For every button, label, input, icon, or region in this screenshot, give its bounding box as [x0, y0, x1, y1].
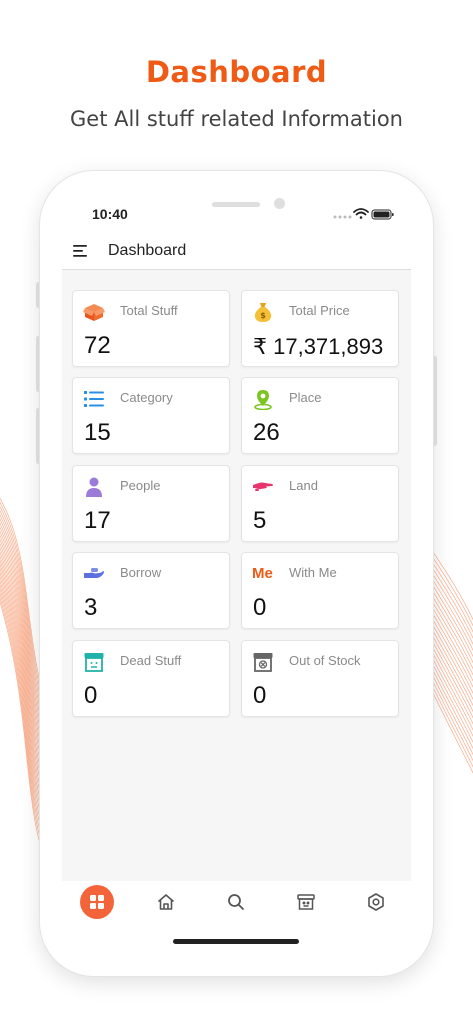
status-time: 10:40 [92, 206, 128, 222]
card-place[interactable]: Place 26 [241, 377, 399, 454]
home-icon [157, 894, 175, 910]
grid-icon [90, 895, 104, 909]
nav-dashboard[interactable] [80, 885, 114, 919]
card-value: 17 [84, 507, 111, 534]
card-land[interactable]: Land 5 [241, 465, 399, 542]
card-value: 3 [84, 594, 98, 621]
bottom-nav [62, 881, 411, 925]
card-category[interactable]: Category 15 [72, 377, 230, 454]
list-icon [83, 388, 105, 410]
search-icon [228, 894, 244, 910]
archive-box-icon [83, 651, 105, 673]
card-out-of-stock[interactable]: Out of Stock 0 [241, 640, 399, 717]
status-icons [333, 208, 394, 220]
me-text-icon: Me [252, 565, 273, 582]
wifi-icon [353, 208, 369, 219]
app-screen: Dashboard Total Stuff 72 $ Total Price ₹… [62, 231, 411, 881]
app-bar: Dashboard [62, 231, 411, 270]
promo-subtitle: Get All stuff related Information [70, 107, 403, 131]
card-label: Out of Stock [289, 653, 361, 668]
card-total-stuff[interactable]: Total Stuff 72 [72, 290, 230, 367]
phone-frame: 10:40 Dashboard Total Stuff 72 $ Total P… [40, 171, 433, 976]
front-camera [274, 198, 285, 209]
card-value: 5 [253, 507, 267, 534]
card-label: Land [289, 478, 318, 493]
person-icon [83, 476, 105, 498]
settings-icon [368, 893, 384, 911]
hand-give-icon [252, 476, 274, 498]
hamburger-menu-icon[interactable] [73, 244, 91, 258]
card-label: People [120, 478, 161, 493]
svg-text:$: $ [260, 311, 266, 320]
card-borrow[interactable]: Borrow 3 [72, 552, 230, 629]
card-label: Total Price [289, 303, 350, 318]
app-bar-title: Dashboard [108, 242, 187, 259]
nav-settings[interactable] [359, 885, 393, 919]
card-value: 26 [253, 419, 280, 446]
location-pin-icon [252, 388, 274, 410]
battery-icon [371, 209, 394, 220]
card-dead-stuff[interactable]: Dead Stuff 0 [72, 640, 230, 717]
empty-box-icon [252, 651, 274, 673]
card-value: 0 [253, 682, 267, 709]
card-with-me[interactable]: Me With Me 0 [241, 552, 399, 629]
card-label: Total Stuff [120, 303, 178, 318]
card-value: 15 [84, 419, 111, 446]
box-icon [83, 301, 105, 323]
card-value: 72 [84, 332, 111, 359]
nav-archive[interactable] [289, 885, 323, 919]
archive-icon [297, 894, 315, 910]
card-label: Place [289, 390, 322, 405]
card-value: ₹ 17,371,893 [253, 334, 384, 359]
signal-dots-icon [333, 215, 352, 219]
nav-home[interactable] [149, 885, 183, 919]
card-label: With Me [289, 565, 337, 580]
home-indicator [173, 939, 299, 944]
nav-search[interactable] [219, 885, 253, 919]
card-total-price[interactable]: $ Total Price ₹ 17,371,893 [241, 290, 399, 367]
card-label: Category [120, 390, 173, 405]
promo-title: Dashboard [145, 55, 328, 89]
card-value: 0 [84, 682, 98, 709]
money-bag-icon: $ [252, 301, 274, 323]
card-people[interactable]: People 17 [72, 465, 230, 542]
card-label: Dead Stuff [120, 653, 182, 668]
speaker-grille [212, 202, 260, 207]
hand-receive-icon [83, 563, 105, 585]
card-value: 0 [253, 594, 267, 621]
card-label: Borrow [120, 565, 162, 580]
